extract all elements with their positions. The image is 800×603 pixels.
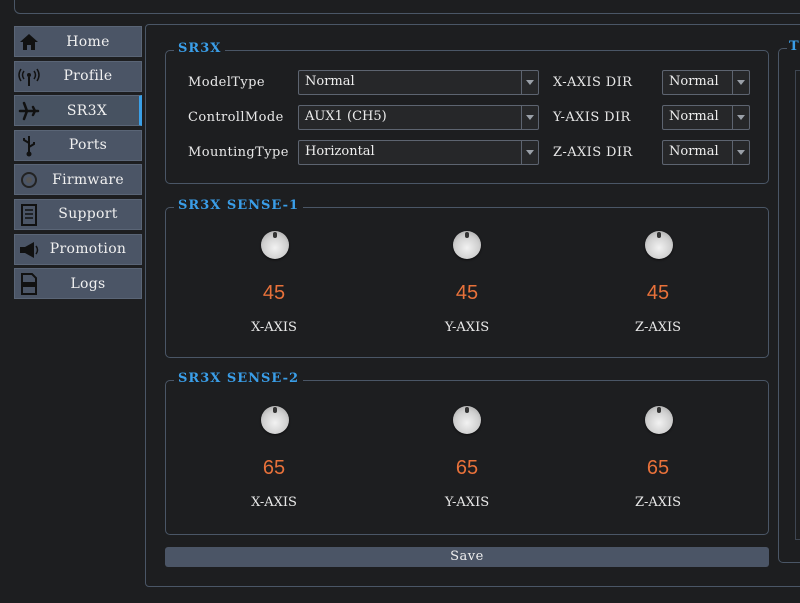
sidebar-item-label: Support: [58, 206, 118, 223]
knob-value: 45: [262, 282, 286, 304]
chevron-down-icon: [521, 141, 538, 164]
x-axis-knob[interactable]: [261, 406, 289, 434]
x-axis-dir-label: X-AXIS DIR: [553, 75, 633, 90]
sidebar-item-logs[interactable]: Logs: [14, 268, 142, 300]
sidebar-item-label: Home: [66, 33, 110, 50]
group-title: SR3X: [174, 41, 226, 56]
control-mode-select[interactable]: AUX1 (CH5): [298, 105, 539, 130]
y-axis-knob[interactable]: [453, 406, 481, 434]
mounting-type-select[interactable]: Horizontal: [298, 140, 539, 165]
model-type-value: Normal: [305, 74, 355, 89]
home-icon: [17, 30, 41, 54]
sidebar-item-profile[interactable]: Profile: [14, 60, 142, 92]
axis-label: X-AXIS: [251, 495, 297, 510]
axis-label: Z-AXIS: [634, 495, 682, 510]
knob-value: 65: [455, 457, 479, 479]
save-button[interactable]: Save: [165, 547, 769, 567]
z-axis-dir-label: Z-AXIS DIR: [553, 145, 633, 160]
sidebar: Home Profile SR3X Ports Firmware Support: [14, 26, 142, 303]
mounting-type-value: Horizontal: [305, 144, 375, 159]
knob-value: 45: [646, 282, 670, 304]
x-axis-dir-select[interactable]: Normal: [662, 70, 750, 95]
sidebar-item-support[interactable]: Support: [14, 198, 142, 230]
sidebar-item-label: Firmware: [52, 171, 124, 188]
x-axis-knob[interactable]: [261, 231, 289, 259]
axis-label: Y-AXIS: [444, 320, 490, 335]
chevron-down-icon: [521, 71, 538, 94]
chevron-down-icon: [521, 106, 538, 129]
right-panel-inner: [795, 70, 800, 540]
y-axis-knob[interactable]: [453, 231, 481, 259]
chevron-down-icon: [732, 106, 749, 129]
document-icon: [17, 203, 41, 227]
chevron-down-icon: [732, 141, 749, 164]
chip-icon: [17, 168, 41, 192]
airplane-icon: [17, 99, 41, 123]
y-axis-dir-select[interactable]: Normal: [662, 105, 750, 130]
knob-value: 65: [262, 457, 286, 479]
sidebar-item-home[interactable]: Home: [14, 26, 142, 57]
group-title: SR3X SENSE-1: [174, 198, 304, 213]
z-axis-dir-select[interactable]: Normal: [662, 140, 750, 165]
z-axis-knob[interactable]: [645, 406, 673, 434]
sidebar-item-ports[interactable]: Ports: [14, 129, 142, 161]
control-mode-value: AUX1 (CH5): [305, 109, 387, 124]
right-panel-title: T: [787, 39, 800, 54]
knob-value: 45: [455, 282, 479, 304]
top-bar: [14, 0, 800, 14]
sidebar-item-label: Profile: [63, 68, 113, 85]
z-axis-dir-value: Normal: [669, 144, 719, 159]
megaphone-icon: [17, 238, 41, 262]
y-axis-dir-label: Y-AXIS DIR: [553, 110, 631, 125]
x-axis-dir-value: Normal: [669, 74, 719, 89]
chevron-down-icon: [732, 71, 749, 94]
sidebar-item-firmware[interactable]: Firmware: [14, 164, 142, 196]
axis-label: Y-AXIS: [444, 495, 490, 510]
sidebar-item-label: Promotion: [49, 241, 127, 258]
sidebar-item-sr3x[interactable]: SR3X: [14, 95, 142, 127]
usb-icon: [17, 134, 41, 158]
axis-label: Z-AXIS: [634, 320, 682, 335]
log-file-icon: [17, 272, 41, 296]
knob-value: 65: [646, 457, 670, 479]
radio-signal-icon: [17, 65, 41, 89]
control-mode-label: ControllMode: [188, 110, 284, 125]
y-axis-dir-value: Normal: [669, 109, 719, 124]
sidebar-item-promotion[interactable]: Promotion: [14, 233, 142, 265]
sidebar-item-label: Ports: [68, 137, 108, 154]
axis-label: X-AXIS: [251, 320, 297, 335]
group-title: SR3X SENSE-2: [174, 371, 304, 386]
sidebar-item-label: SR3X: [66, 102, 108, 119]
sidebar-item-label: Logs: [70, 275, 106, 292]
model-type-label: ModelType: [188, 75, 265, 90]
z-axis-knob[interactable]: [645, 231, 673, 259]
model-type-select[interactable]: Normal: [298, 70, 539, 95]
mounting-type-label: MountingType: [188, 145, 289, 160]
